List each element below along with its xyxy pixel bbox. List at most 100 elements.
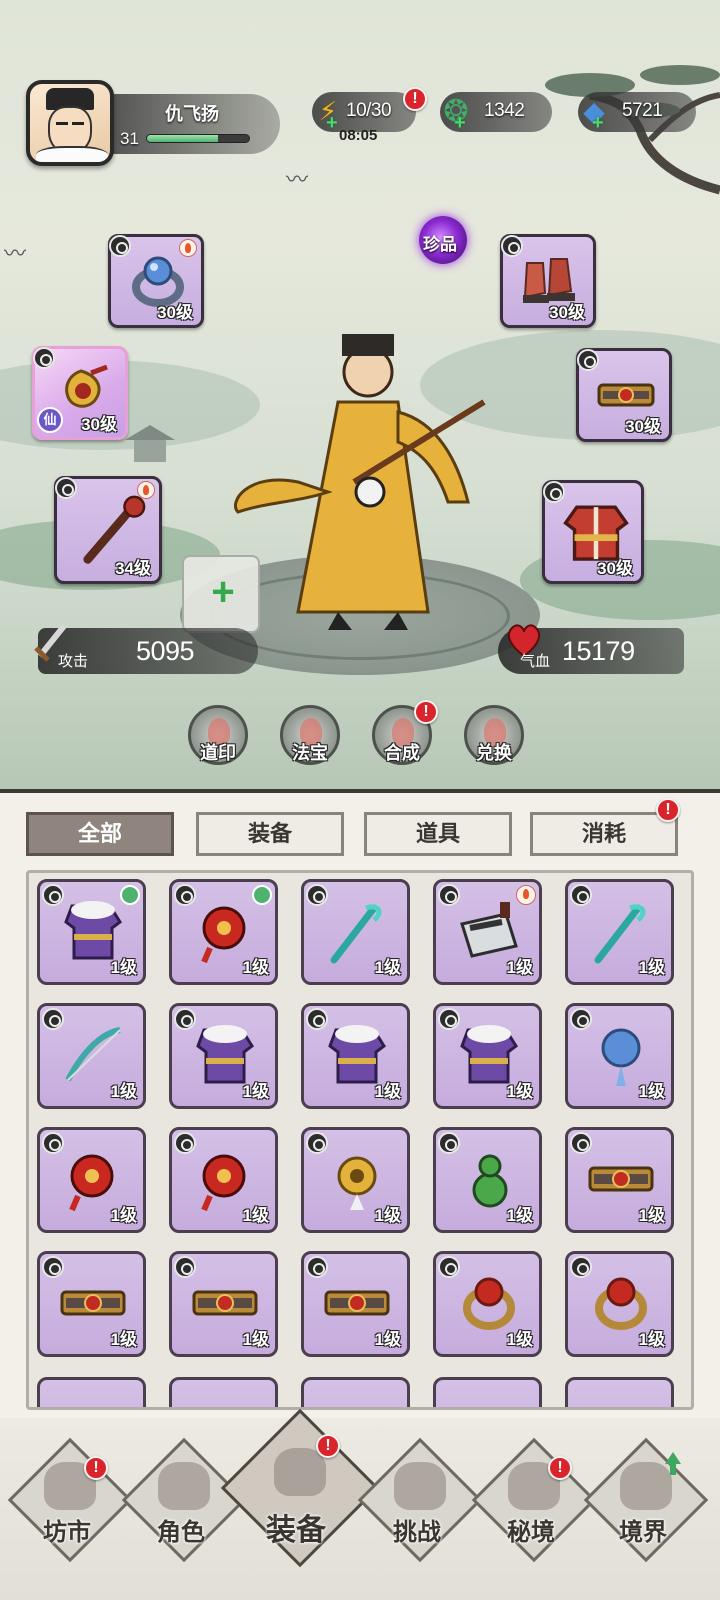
inventory-item-purple-fur-robe[interactable]: 1级 — [301, 1003, 410, 1109]
inventory-item-purple-belt[interactable]: 1级 — [301, 1251, 410, 1357]
item-level: 1级 — [638, 1330, 665, 1349]
inventory-item-partial[interactable] — [169, 1377, 278, 1407]
nav-emblem-icon — [158, 1462, 210, 1510]
tab-equipment[interactable]: 装备 — [196, 812, 344, 856]
inventory-item-partial[interactable] — [301, 1377, 410, 1407]
nav-alert-badge: ! — [316, 1434, 340, 1458]
nav-emblem-icon — [620, 1462, 672, 1510]
add-jade-icon: + — [454, 112, 466, 134]
tab-all[interactable]: 全部 — [26, 812, 174, 856]
item-level: 1级 — [638, 1082, 665, 1101]
item-level: 1级 — [242, 1082, 269, 1101]
exchange-label: 兑换 — [476, 743, 512, 763]
nav-label: 境界 — [619, 1517, 667, 1546]
jade-value: 1342 — [484, 100, 525, 121]
inventory-item-blue-robe[interactable]: 1级 — [169, 1003, 278, 1109]
item-level: 1级 — [242, 958, 269, 977]
energy-alert-badge: ! — [403, 87, 427, 111]
item-level: 1级 — [506, 1330, 533, 1349]
equip-level: 30级 — [81, 415, 117, 434]
xp-bar — [146, 134, 250, 143]
item-level: 1级 — [506, 1082, 533, 1101]
crane-icon: 〰 — [4, 241, 27, 266]
inventory-item-red-coin-pendant[interactable]: 1级 — [37, 1127, 146, 1233]
xp-fill — [147, 135, 219, 142]
equip-slot-boots[interactable]: 30级 — [500, 234, 596, 328]
immortal-badge: 仙 — [37, 407, 63, 433]
inventory-item-partial[interactable] — [37, 1377, 146, 1407]
equip-level: 34级 — [115, 559, 151, 578]
tab-consumables[interactable]: 消耗 — [530, 812, 678, 856]
hp-label: 气血 — [520, 653, 551, 670]
synthesis-label: 合成 — [384, 743, 420, 763]
nav-label: 秘境 — [507, 1517, 555, 1546]
crystal-counter[interactable]: ◆ + 5721 — [578, 92, 696, 134]
equip-level: 30级 — [625, 417, 661, 436]
nav-emblem-icon — [394, 1462, 446, 1510]
item-level: 1级 — [506, 1206, 533, 1225]
inventory-item-taiji-belt[interactable]: 1级 — [565, 1127, 674, 1233]
energy-counter[interactable]: ⚡ + 10/30 — [312, 92, 416, 133]
equip-slot-ring[interactable]: 30级 — [108, 234, 204, 328]
hp-stat: 气血 15179 — [498, 624, 684, 674]
inventory-item-red-pendant[interactable]: 1级 — [169, 879, 278, 985]
nav-label: 装备 — [266, 1513, 326, 1548]
artifact-label: 法宝 — [292, 743, 328, 763]
attack-label: 攻击 — [58, 653, 89, 670]
inventory-item-blue-amulet[interactable]: 1级 — [565, 1003, 674, 1109]
item-level: 1级 — [374, 1206, 401, 1225]
nav-alert-badge: ! — [548, 1456, 572, 1480]
nav-emblem-icon — [274, 1448, 326, 1496]
energy-timer: 08:05 — [339, 127, 378, 144]
inventory-item-red-belt[interactable]: 1级 — [37, 1251, 146, 1357]
nav-label: 挑战 — [393, 1517, 441, 1546]
inventory-item-partial[interactable] — [433, 1377, 542, 1407]
inventory-item-fur-robe[interactable]: 1级 — [37, 879, 146, 985]
nav-label: 角色 — [157, 1517, 205, 1546]
equip-slot-weapon[interactable]: 34级 — [54, 476, 162, 584]
inventory-item-ruby-ring[interactable]: 1级 — [433, 1251, 542, 1357]
item-level: 1级 — [242, 1206, 269, 1225]
inventory-item-gold-medallion[interactable]: 1级 — [301, 1127, 410, 1233]
inventory-item-partial[interactable] — [565, 1377, 674, 1407]
equip-level: 30级 — [549, 303, 585, 322]
equip-slot-belt[interactable]: 30级 — [576, 348, 672, 442]
inventory-item-jade-hairpin[interactable]: 1级 — [565, 879, 674, 985]
consumables-alert-badge: ! — [656, 798, 680, 822]
item-level: 1级 — [638, 1206, 665, 1225]
inventory-item-green-robe[interactable]: 1级 — [433, 1003, 542, 1109]
nav-label: 坊市 — [43, 1517, 91, 1546]
equip-slot-armor[interactable]: 30级 — [542, 480, 644, 584]
item-level: 1级 — [506, 958, 533, 977]
item-level: 1级 — [110, 1206, 137, 1225]
crane-icon: 〰 — [286, 167, 309, 192]
inventory-item-jade-bow[interactable]: 1级 — [37, 1003, 146, 1109]
tab-items[interactable]: 道具 — [364, 812, 512, 856]
rarity-label: 珍品 — [423, 235, 457, 254]
equip-level: 30级 — [597, 559, 633, 578]
inventory-item-green-gourd[interactable]: 1级 — [433, 1127, 542, 1233]
inventory-item-jade-hairpin[interactable]: 1级 — [301, 879, 410, 985]
inventory-item-red-knot-pendant[interactable]: 1级 — [169, 1127, 278, 1233]
item-level: 1级 — [110, 1082, 137, 1101]
equip-level: 30级 — [157, 303, 193, 322]
item-level: 1级 — [374, 1330, 401, 1349]
player-avatar[interactable] — [26, 80, 114, 166]
inventory-item-ruby-ring[interactable]: 1级 — [565, 1251, 674, 1357]
jade-counter[interactable]: ❂ + 1342 — [440, 92, 552, 134]
attack-stat: 攻击 5095 — [34, 624, 258, 674]
inventory-item-red-belt[interactable]: 1级 — [169, 1251, 278, 1357]
item-level: 1级 — [374, 1082, 401, 1101]
item-level: 1级 — [638, 958, 665, 977]
item-level: 1级 — [242, 1330, 269, 1349]
add-crystal-icon: + — [592, 112, 604, 134]
player-level: 31 — [120, 129, 139, 148]
upgrade-arrow-stem — [670, 1463, 676, 1475]
item-level: 1级 — [374, 958, 401, 977]
pavilion-icon — [125, 425, 175, 462]
player-name: 仇飞扬 — [165, 104, 219, 124]
energy-value: 10/30 — [346, 100, 392, 121]
item-level: 1级 — [110, 958, 137, 977]
equip-slot-amulet[interactable]: 仙 30级 — [32, 346, 128, 440]
inventory-item-cleaver[interactable]: 1级 — [433, 879, 542, 985]
